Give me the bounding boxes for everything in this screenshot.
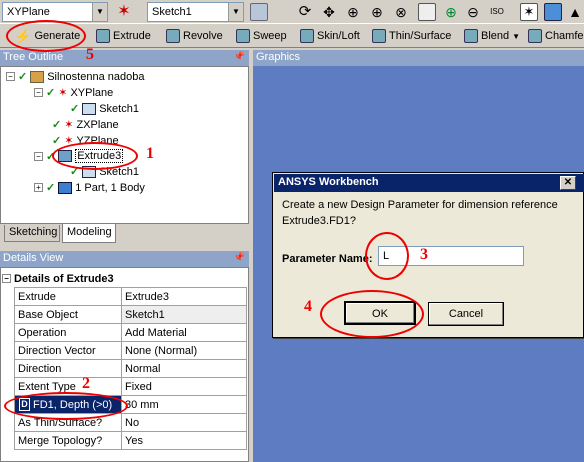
pan-icon[interactable]: ✥ <box>320 3 338 21</box>
graphics-title: Graphics <box>253 50 584 66</box>
tree-xyplane[interactable]: − ✓ ✶ XYPlane <box>34 86 113 99</box>
chevron-down-icon[interactable]: ▼ <box>228 3 243 21</box>
check-icon: ✓ <box>18 71 28 83</box>
close-icon[interactable]: ✕ <box>560 176 576 190</box>
revolve-icon <box>166 29 180 43</box>
tree-root[interactable]: − ✓ Silnostenna nadoba <box>6 70 144 83</box>
blend-button[interactable]: Blend ▼ <box>464 26 520 46</box>
zoom-icon[interactable]: ⊕ <box>344 3 362 21</box>
annotation-1: 1 <box>146 145 154 162</box>
collapse-icon[interactable]: − <box>34 88 43 97</box>
tree-outline-title: Tree Outline 📌 <box>0 50 249 66</box>
annotation-3: 3 <box>420 246 428 263</box>
thinsurface-button[interactable]: Thin/Surface <box>372 26 451 46</box>
table-row[interactable]: Extrude Extrude3 <box>14 287 247 306</box>
tab-modeling[interactable]: Modeling <box>62 224 116 243</box>
chevron-down-icon[interactable]: ▼ <box>92 3 107 21</box>
body-view-icon[interactable] <box>544 3 562 21</box>
chevron-down-icon[interactable]: ▼ <box>512 32 520 41</box>
cancel-button[interactable]: Cancel <box>428 302 504 326</box>
extrude-button[interactable]: Extrude <box>96 26 151 46</box>
annotation-5: 5 <box>86 46 94 63</box>
skinloft-icon <box>300 29 314 43</box>
check-icon: ✓ <box>52 135 62 147</box>
iso-view-icon[interactable]: ISO <box>488 3 506 21</box>
annotation-4: 4 <box>304 298 312 315</box>
sketch-icon <box>82 102 97 115</box>
dialog-message-1: Create a new Design Parameter for dimens… <box>282 199 558 211</box>
chamfer-button[interactable]: Chamfer <box>528 26 584 46</box>
tree-sketch1-a[interactable]: ✓ Sketch1 <box>70 102 139 115</box>
details-table: Extrude Extrude3 Base Object Sketch1 Opera… <box>14 287 247 450</box>
annotation-ellipse-ok <box>320 290 424 338</box>
check-icon: ✓ <box>46 87 56 99</box>
plane-icon: ✶ <box>64 119 74 131</box>
thinsurface-icon <box>372 29 386 43</box>
pin-icon[interactable]: 📌 <box>234 51 245 62</box>
collapse-icon[interactable]: − <box>2 274 11 283</box>
expand-icon[interactable]: + <box>34 183 43 192</box>
sweep-button[interactable]: Sweep <box>236 26 287 46</box>
collapse-icon[interactable]: − <box>6 72 15 81</box>
zoom-fit-icon[interactable]: ⊗ <box>392 3 410 21</box>
annotation-2: 2 <box>82 375 90 392</box>
triad-icon[interactable]: ✶ <box>520 3 538 21</box>
zoom-in-icon[interactable]: ⊕ <box>442 3 460 21</box>
new-sketch-icon[interactable] <box>250 3 268 21</box>
pin-icon[interactable]: 📌 <box>234 252 245 263</box>
zoom-box-icon[interactable]: ⊕ <box>368 3 386 21</box>
rotate-icon[interactable]: ⟳ <box>296 3 314 21</box>
revolve-button[interactable]: Revolve <box>166 26 223 46</box>
plane-icon: ✶ <box>58 87 68 99</box>
collapse-icon[interactable]: − <box>34 151 43 161</box>
table-row[interactable]: Base Object Sketch1 <box>14 305 247 324</box>
dialog-titlebar: ANSYS Workbench <box>274 174 584 192</box>
model-icon <box>30 70 45 83</box>
table-row[interactable]: Direction Vector None (Normal) <box>14 341 247 360</box>
table-row[interactable]: Direction Normal <box>14 359 247 378</box>
annotation-ellipse-extrude3 <box>52 142 138 170</box>
sketch-combo[interactable]: Sketch1 ▼ <box>147 2 244 22</box>
param-name-label: Parameter Name: <box>282 253 373 265</box>
table-row[interactable]: Merge Topology? Yes <box>14 431 247 450</box>
check-icon: ✓ <box>70 103 80 115</box>
blend-icon <box>464 29 478 43</box>
details-header: − Details of Extrude3 <box>2 270 247 287</box>
tree-parts[interactable]: + ✓ 1 Part, 1 Body <box>34 181 145 194</box>
chamfer-icon <box>528 29 542 43</box>
tree-zxplane[interactable]: ✓ ✶ ZXPlane <box>52 118 119 132</box>
check-icon: ✓ <box>46 182 56 194</box>
zoom-out-icon[interactable]: ⊖ <box>464 3 482 21</box>
table-row[interactable]: Operation Add Material <box>14 323 247 342</box>
skinloft-button[interactable]: Skin/Loft <box>300 26 360 46</box>
annotation-ellipse-depth <box>4 392 128 420</box>
annotation-ellipse-generate <box>6 20 86 52</box>
check-icon: ✓ <box>52 119 62 131</box>
point-view-icon[interactable]: ▲ <box>566 3 584 21</box>
sweep-icon <box>236 29 250 43</box>
extrude-icon <box>96 29 110 43</box>
details-view-title: Details View 📌 <box>0 251 249 267</box>
dialog-message-2: Extrude3.FD1? <box>282 215 356 227</box>
new-plane-icon[interactable]: ✶ <box>115 3 133 21</box>
tab-sketching[interactable]: Sketching <box>4 225 60 242</box>
body-icon <box>58 181 73 194</box>
plane-combo[interactable]: XYPlane ▼ <box>2 2 108 22</box>
annotation-ellipse-param <box>365 232 409 280</box>
magnifier-icon[interactable] <box>418 3 436 21</box>
